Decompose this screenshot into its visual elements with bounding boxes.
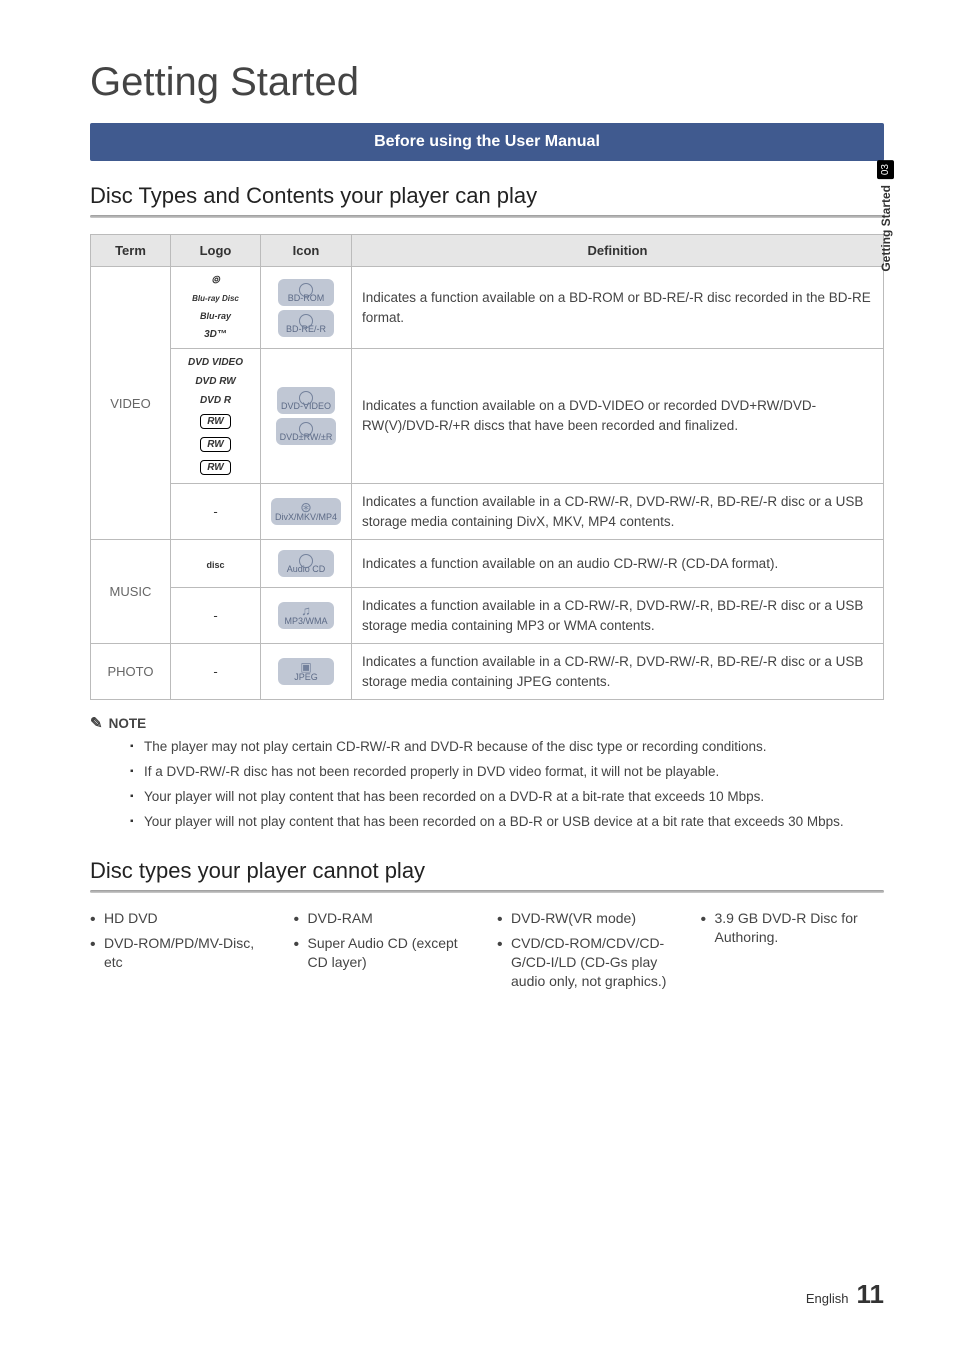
- list-item: 3.9 GB DVD-R Disc for Authoring.: [701, 909, 885, 947]
- cannot-col-3: DVD-RW(VR mode) CVD/CD-ROM/CDV/CD-G/CD-I…: [497, 909, 681, 997]
- note-item: The player may not play certain CD-RW/-R…: [130, 738, 884, 757]
- note-item: If a DVD-RW/-R disc has not been recorde…: [130, 763, 884, 782]
- dvd-video-icon: DVD-VIDEO: [277, 387, 335, 414]
- bd-rom-icon: BD-ROM: [278, 279, 334, 306]
- list-item: DVD-RAM: [294, 909, 478, 928]
- table-row: - DivX/MKV/MP4 Indicates a function avai…: [91, 484, 884, 540]
- dvd-rw-r-icon: DVD±RW/±R: [276, 418, 337, 445]
- definition-cell: Indicates a function available on an aud…: [352, 540, 884, 588]
- list-item: HD DVD: [90, 909, 274, 928]
- page: 03 Getting Started Getting Started Befor…: [0, 0, 954, 1354]
- subheading-disc-types-play: Disc Types and Contents your player can …: [90, 183, 884, 209]
- logo-cell: DVD VIDEO DVD RW DVD R RW RW RW: [171, 349, 261, 484]
- cannot-col-1: HD DVD DVD-ROM/PD/MV-Disc, etc: [90, 909, 274, 997]
- divider: [90, 890, 884, 893]
- note-label: NOTE: [109, 716, 147, 731]
- cannot-play-columns: HD DVD DVD-ROM/PD/MV-Disc, etc DVD-RAM S…: [90, 909, 884, 997]
- page-number: 11: [857, 1279, 885, 1310]
- cannot-col-4: 3.9 GB DVD-R Disc for Authoring.: [701, 909, 885, 997]
- bd-re-r-icon: BD-RE/-R: [278, 310, 334, 337]
- page-footer: English 11: [806, 1279, 884, 1310]
- th-logo: Logo: [171, 235, 261, 267]
- mp3-wma-icon: MP3/WMA: [278, 602, 334, 629]
- th-icon: Icon: [261, 235, 352, 267]
- cannot-col-2: DVD-RAM Super Audio CD (except CD layer): [294, 909, 478, 997]
- bluray-disc-logo: ⦾: [212, 275, 220, 286]
- definition-cell: Indicates a function available on a BD-R…: [352, 267, 884, 349]
- dvd-video-logo: DVD VIDEO: [188, 357, 243, 368]
- list-item: CVD/CD-ROM/CDV/CD-G/CD-I/LD (CD-Gs play …: [497, 934, 681, 991]
- definition-cell: Indicates a function available on a DVD-…: [352, 349, 884, 484]
- list-item: DVD-RW(VR mode): [497, 909, 681, 928]
- side-tab: 03 Getting Started: [877, 160, 894, 272]
- rw-rewritable-logo: RW: [200, 414, 230, 429]
- rw-plusr-logo-1: RW: [200, 437, 230, 452]
- divx-mkv-mp4-icon: DivX/MKV/MP4: [271, 498, 341, 525]
- bluray-disc-label: Blu-ray Disc: [192, 294, 239, 303]
- divider: [90, 215, 884, 218]
- subheading-cannot-play: Disc types your player cannot play: [90, 858, 884, 884]
- term-photo: PHOTO: [91, 644, 171, 700]
- table-row: MUSIC disc Audio CD Indicates a function…: [91, 540, 884, 588]
- footer-language: English: [806, 1291, 849, 1306]
- icon-cell: DivX/MKV/MP4: [261, 484, 352, 540]
- logo-cell: -: [171, 644, 261, 700]
- dvd-rw-logo: DVD RW: [195, 376, 235, 387]
- chapter-label: Getting Started: [879, 185, 893, 272]
- table-row: - MP3/WMA Indicates a function available…: [91, 588, 884, 644]
- note-block: ✎ NOTE The player may not play certain C…: [90, 714, 884, 832]
- note-item: Your player will not play content that h…: [130, 788, 884, 807]
- compact-disc-logo: disc: [206, 560, 224, 570]
- audio-cd-icon: Audio CD: [278, 550, 334, 577]
- table-row: DVD VIDEO DVD RW DVD R RW RW RW DVD-VIDE…: [91, 349, 884, 484]
- logo-cell: ⦾ Blu-ray Disc Blu-ray 3D™: [171, 267, 261, 349]
- th-term: Term: [91, 235, 171, 267]
- rw-plusr-logo-2: RW: [200, 460, 230, 475]
- term-video: VIDEO: [91, 267, 171, 540]
- note-heading: ✎ NOTE: [90, 714, 884, 732]
- icon-cell: Audio CD: [261, 540, 352, 588]
- definition-cell: Indicates a function available in a CD-R…: [352, 484, 884, 540]
- icon-cell: DVD-VIDEO DVD±RW/±R: [261, 349, 352, 484]
- term-music: MUSIC: [91, 540, 171, 644]
- icon-cell: JPEG: [261, 644, 352, 700]
- chapter-number: 03: [877, 160, 894, 179]
- jpeg-icon: JPEG: [278, 658, 334, 685]
- logo-cell: -: [171, 484, 261, 540]
- definition-cell: Indicates a function available in a CD-R…: [352, 644, 884, 700]
- dvd-r-logo: DVD R: [200, 395, 231, 406]
- note-icon: ✎: [90, 714, 103, 732]
- list-item: DVD-ROM/PD/MV-Disc, etc: [90, 934, 274, 972]
- disc-types-table: Term Logo Icon Definition VIDEO ⦾ Blu-ra…: [90, 234, 884, 700]
- icon-cell: BD-ROM BD-RE/-R: [261, 267, 352, 349]
- page-title: Getting Started: [90, 60, 884, 105]
- note-item: Your player will not play content that h…: [130, 813, 884, 832]
- table-row: PHOTO - JPEG Indicates a function availa…: [91, 644, 884, 700]
- list-item: Super Audio CD (except CD layer): [294, 934, 478, 972]
- logo-cell: disc: [171, 540, 261, 588]
- bluray-3d-label: 3D™: [204, 329, 227, 340]
- section-banner: Before using the User Manual: [90, 123, 884, 161]
- icon-cell: MP3/WMA: [261, 588, 352, 644]
- definition-cell: Indicates a function available in a CD-R…: [352, 588, 884, 644]
- th-definition: Definition: [352, 235, 884, 267]
- logo-cell: -: [171, 588, 261, 644]
- bluray-label: Blu-ray: [200, 311, 231, 321]
- table-row: VIDEO ⦾ Blu-ray Disc Blu-ray 3D™ BD-ROM …: [91, 267, 884, 349]
